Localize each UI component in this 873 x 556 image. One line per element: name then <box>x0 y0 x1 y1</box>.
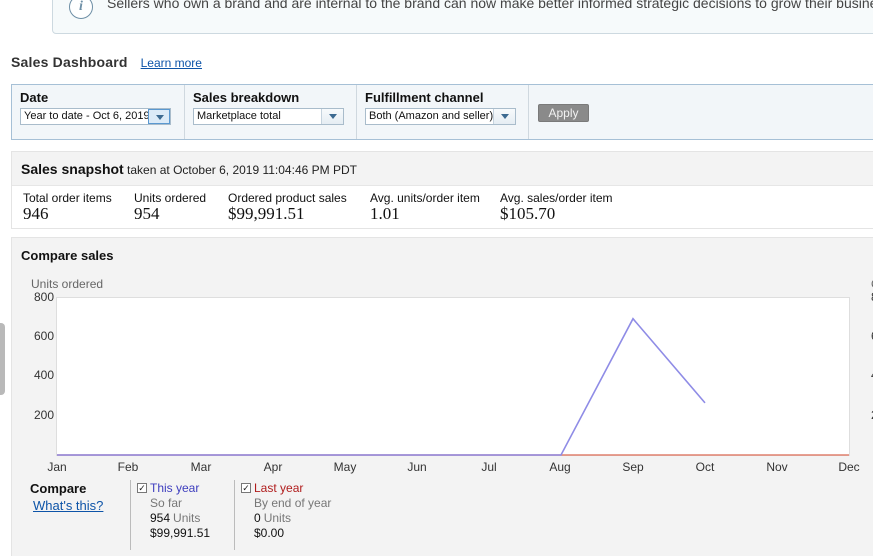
metric-value: $99,991.51 <box>228 204 305 223</box>
last-year-units-label: Units <box>263 510 292 525</box>
learn-more-link[interactable]: Learn more <box>141 56 202 70</box>
plot-area <box>56 297 850 456</box>
last-year-checkbox[interactable]: ✓ <box>241 482 251 493</box>
compare-sales-panel: Compare sales Units ordered O 800 600 40… <box>11 237 873 556</box>
chevron-down-icon[interactable] <box>148 109 170 124</box>
x-tick-label: Jul <box>481 460 497 474</box>
compare-sales-title: Compare sales <box>21 248 114 263</box>
metric-avg-units: Avg. units/order item 1.01 <box>370 191 480 224</box>
this-year-units-value: 954 <box>150 510 171 525</box>
fulfillment-label: Fulfillment channel <box>365 90 484 105</box>
title-row: Sales Dashboard Learn more <box>11 54 202 74</box>
metric-value: $105.70 <box>500 204 556 223</box>
x-tick-label: Sep <box>622 460 644 474</box>
x-tick-label: Apr <box>263 460 283 474</box>
metric-value: 954 <box>134 204 160 223</box>
y-tick-label: 800 <box>33 290 54 304</box>
fulfillment-filter: Fulfillment channel Both (Amazon and sel… <box>357 85 529 139</box>
units-chart <box>56 297 850 456</box>
metric-total-order-items: Total order items 946 <box>23 191 112 224</box>
last-year-sales: $0.00 <box>254 525 285 540</box>
metric-value: 946 <box>23 204 49 223</box>
fulfillment-select-value: Both (Amazon and seller) <box>369 110 494 122</box>
metric-value: 1.01 <box>370 204 400 223</box>
page-title: Sales Dashboard <box>11 54 128 70</box>
metric-label: Total order items <box>23 191 112 205</box>
x-tick-label: Mar <box>190 460 212 474</box>
x-tick-label: Dec <box>838 460 860 474</box>
this-year-label[interactable]: This year <box>150 481 199 495</box>
filter-bar: Date Year to date - Oct 6, 2019 Sales br… <box>11 84 873 140</box>
last-year-label[interactable]: Last year <box>254 481 303 495</box>
this-year-units: 954 Units <box>137 510 234 525</box>
x-tick-label: May <box>333 460 357 474</box>
metric-units-ordered: Units ordered 954 <box>134 191 206 224</box>
compare-label: Compare <box>30 481 87 496</box>
info-icon: i <box>69 0 93 19</box>
snapshot-header: Sales snapshot taken at October 6, 2019 … <box>12 152 873 186</box>
x-tick-label: Nov <box>766 460 788 474</box>
metric-label: Ordered product sales <box>228 191 347 205</box>
date-label: Date <box>20 90 49 105</box>
metric-label: Avg. sales/order item <box>500 191 613 205</box>
fulfillment-select[interactable]: Both (Amazon and seller) <box>365 108 516 125</box>
x-tick-label: Jun <box>407 460 427 474</box>
date-filter: Date Year to date - Oct 6, 2019 <box>12 85 185 139</box>
y-axis-title: Units ordered <box>31 277 104 291</box>
breakdown-select[interactable]: Marketplace total <box>193 108 344 125</box>
whats-this-link[interactable]: What's this? <box>33 498 103 513</box>
metric-label: Avg. units/order item <box>370 191 480 205</box>
legend-last-year: ✓ Last year By end of year 0 Units $0.00 <box>234 480 344 550</box>
banner-message: Sellers who own a brand and are internal… <box>107 0 873 11</box>
last-year-units-value: 0 <box>254 510 261 525</box>
x-tick-label: Oct <box>695 460 715 474</box>
metric-avg-sales: Avg. sales/order item $105.70 <box>500 191 613 224</box>
snapshot-timestamp: taken at October 6, 2019 11:04:46 PM PDT <box>127 163 357 177</box>
y-tick-label: 400 <box>33 368 54 382</box>
info-banner: i Sellers who own a brand and are intern… <box>52 0 873 34</box>
y-tick-label: 200 <box>33 408 54 422</box>
this-year-period: So far <box>150 495 183 510</box>
chevron-down-icon[interactable] <box>321 109 343 124</box>
this-year-units-label: Units <box>173 510 201 525</box>
metric-label: Units ordered <box>134 191 207 205</box>
legend-this-year: ✓ This year So far 954 Units $99,991.51 <box>130 480 234 550</box>
date-select[interactable]: Year to date - Oct 6, 2019 <box>20 108 171 125</box>
x-tick-label: Aug <box>549 460 571 474</box>
last-year-units: 0 Units <box>241 510 344 525</box>
x-tick-label: Jan <box>47 460 67 474</box>
date-select-value: Year to date - Oct 6, 2019 <box>24 110 150 122</box>
x-tick-label: Feb <box>117 460 139 474</box>
sales-snapshot: Sales snapshot taken at October 6, 2019 … <box>11 151 873 229</box>
this-year-checkbox[interactable]: ✓ <box>137 482 147 493</box>
metric-ordered-product-sales: Ordered product sales $99,991.51 <box>228 191 347 224</box>
breakdown-select-value: Marketplace total <box>197 110 281 122</box>
snapshot-title: Sales snapshot <box>21 161 124 177</box>
breakdown-filter: Sales breakdown Marketplace total <box>185 85 357 139</box>
y-tick-label: 600 <box>33 329 54 343</box>
breakdown-label: Sales breakdown <box>193 90 300 105</box>
last-year-period: By end of year <box>254 495 332 510</box>
this-year-sales: $99,991.51 <box>150 525 211 540</box>
chevron-down-icon[interactable] <box>493 109 515 124</box>
feedback-side-tab[interactable] <box>0 323 5 395</box>
compare-legend: Compare What's this? ✓ This year So far … <box>12 480 873 556</box>
apply-button[interactable]: Apply <box>538 104 589 122</box>
